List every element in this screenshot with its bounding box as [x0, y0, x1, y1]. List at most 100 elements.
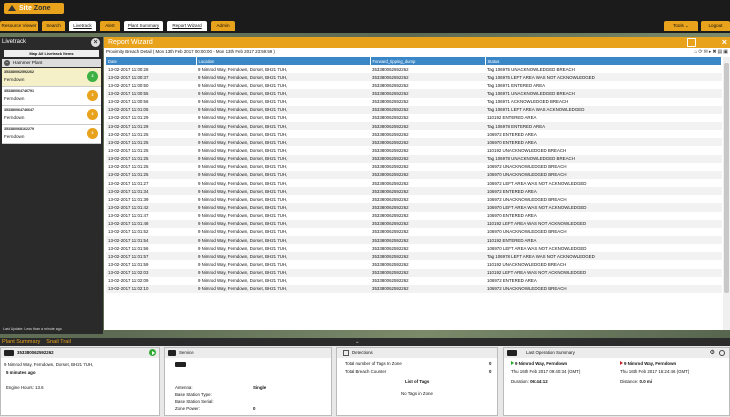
tag-status-badge: 3	[87, 71, 98, 82]
table-cell: 106970 UNACKNOWLEDGED BREACH	[487, 229, 567, 235]
settings-icon[interactable]: ⚙	[710, 348, 715, 358]
plant-group-label: Hammer Plant	[13, 60, 43, 65]
table-row[interactable]: 13-02-2017 11:01:48 9 Nimrod Way, Ferndow…	[106, 219, 722, 228]
maximize-icon[interactable]	[687, 38, 696, 47]
antenna-value: Single	[253, 385, 267, 390]
chevron-down-icon[interactable]: ⌄	[355, 338, 360, 346]
table-row[interactable]: 13-02-2017 11:02:10 9 Nimrod Way, Ferndow…	[106, 284, 722, 293]
table-cell: 110192 UNACKNOWLEDGED BREACH	[487, 147, 567, 153]
tag-card[interactable]: 353380064746791 Ferndown 3	[2, 87, 101, 106]
collapse-icon[interactable]: −	[4, 60, 10, 66]
table-row[interactable]: 13-02-2017 11:01:25 9 Nimrod Way, Ferndow…	[106, 163, 722, 171]
print-icon[interactable]: ▣	[723, 49, 729, 55]
map-all-button[interactable]: Map All Livetrack Items	[4, 50, 99, 57]
table-cell: 13-02-2017 11:00:55	[106, 89, 196, 98]
table-cell: 9 Nimrod Way, Ferndown, Dorset, BH21 7UH…	[196, 138, 370, 147]
start-flag-icon	[511, 361, 514, 365]
nav-livetrack[interactable]: Livetrack	[69, 21, 96, 31]
tag-card[interactable]: 353380064746647 Ferndown 3	[2, 106, 101, 125]
table-row[interactable]: 13-02-2017 11:02:09 9 Nimrod Way, Ferndow…	[106, 277, 722, 285]
logo-text-a: Site	[19, 5, 32, 12]
tab-plant-summary[interactable]: Plant Summary	[2, 339, 40, 345]
nav-report-wizard[interactable]: Report Wizard	[167, 21, 207, 31]
table-row[interactable]: 13-02-2017 11:01:25 9 Nimrod Way, Ferndow…	[106, 138, 722, 147]
scrollbar-thumb[interactable]	[724, 63, 729, 293]
detections-icon	[343, 349, 349, 356]
report-wizard-window: Report Wizard × Proximity Breach Detail …	[104, 37, 730, 330]
nav-alert[interactable]: Alert	[100, 21, 120, 31]
tag-card[interactable]: 353380068162279 Ferndown 3	[2, 125, 101, 144]
nav-resource-viewer[interactable]: Resource Viewer	[0, 21, 38, 31]
scrollbar[interactable]	[723, 57, 730, 330]
table-cell: 353380062592262	[372, 99, 409, 105]
table-row[interactable]: 13-02-2017 11:00:50 9 Nimrod Way, Ferndow…	[106, 81, 722, 89]
table-cell: 9 Nimrod Way, Ferndown, Dorset, BH21 7UH…	[198, 261, 288, 267]
table-cell: 9 Nimrod Way, Ferndown, Dorset, BH21 7UH…	[198, 180, 288, 186]
table-row[interactable]: 13-02-2017 11:00:56 9 Nimrod Way, Ferndow…	[106, 98, 722, 106]
refresh-icon[interactable]	[719, 350, 725, 356]
nav-search[interactable]: Search	[42, 21, 65, 31]
column-header[interactable]: Date	[106, 57, 197, 65]
table-row[interactable]: 13-02-2017 11:00:55 9 Nimrod Way, Ferndow…	[106, 89, 722, 98]
table-cell: 9 Nimrod Way, Ferndown, Dorset, BH21 7UH…	[196, 268, 370, 277]
table-cell: 9 Nimrod Way, Ferndown, Dorset, BH21 7UH…	[196, 235, 370, 245]
breach-counter-label: Total Breach Counter	[345, 369, 387, 374]
end-location-text: 9 Nimrod Way, Ferndown	[624, 361, 677, 366]
table-row[interactable]: 13-02-2017 11:00:28 9 Nimrod Way, Ferndow…	[106, 65, 722, 73]
table-row[interactable]: 13-02-2017 11:01:25 9 Nimrod Way, Ferndow…	[106, 130, 722, 138]
table-row[interactable]: 13-02-2017 11:01:56 9 Nimrod Way, Ferndow…	[106, 244, 722, 252]
last-op-title: Last Operation Summary	[526, 350, 575, 355]
table-cell: 353380062592262	[370, 105, 485, 114]
table-row[interactable]: 13-02-2017 11:01:42 9 Nimrod Way, Ferndow…	[106, 203, 722, 212]
tag-card[interactable]: 353380062592262 Ferndown 3	[2, 68, 101, 87]
table-row[interactable]: 13-02-2017 11:01:25 9 Nimrod Way, Ferndow…	[106, 146, 722, 154]
table-cell: 353380062592262	[372, 261, 409, 267]
table-row[interactable]: 13-02-2017 11:02:03 9 Nimrod Way, Ferndow…	[106, 268, 722, 277]
report-header: Report Wizard ×	[104, 37, 730, 48]
plant-group[interactable]: − Hammer Plant	[2, 59, 101, 67]
table-row[interactable]: 13-02-2017 11:00:37 9 Nimrod Way, Ferndow…	[106, 73, 722, 82]
table-row[interactable]: 13-02-2017 11:01:39 9 Nimrod Way, Ferndow…	[106, 195, 722, 203]
table-row[interactable]: 13-02-2017 11:01:29 9 Nimrod Way, Ferndow…	[106, 121, 722, 131]
table-cell: 9 Nimrod Way, Ferndown, Dorset, BH21 7UH…	[198, 115, 288, 121]
table-row[interactable]: 13-02-2017 11:01:54 9 Nimrod Way, Ferndow…	[106, 235, 722, 245]
tag-id: 353380064746791	[4, 89, 34, 93]
column-header[interactable]: Forward_tipping_dump	[370, 57, 486, 65]
table-row[interactable]: 13-02-2017 11:01:34 9 Nimrod Way, Ferndow…	[106, 187, 722, 196]
table-row[interactable]: 13-02-2017 11:01:25 9 Nimrod Way, Ferndow…	[106, 170, 722, 179]
duration-label: Duration:	[511, 379, 529, 384]
table-cell: 13-02-2017 11:01:29	[108, 115, 149, 121]
breach-counter-value: 0	[489, 369, 492, 374]
table-row[interactable]: 13-02-2017 11:01:25 9 Nimrod Way, Ferndow…	[106, 154, 722, 163]
table-row[interactable]: 13-02-2017 11:01:05 9 Nimrod Way, Ferndow…	[106, 105, 722, 114]
column-header[interactable]: Status	[485, 57, 722, 65]
start-location: 9 Nimrod Way, Ferndown	[511, 361, 567, 366]
table-row[interactable]: 13-02-2017 11:01:59 9 Nimrod Way, Ferndow…	[106, 260, 722, 268]
zone-power-value: 0	[253, 406, 256, 411]
table-cell: 353380062592262	[370, 89, 485, 98]
app-logo[interactable]: Site Zone	[4, 3, 64, 14]
tab-snail-trail[interactable]: Snail Trail	[46, 339, 71, 345]
duration-value: 06:44:12	[530, 379, 548, 384]
table-cell: Tag 106978 LEFT AREA WAS NOT ACKNOWLEDGE…	[485, 252, 722, 261]
tools-menu[interactable]: Tools ⌄	[664, 21, 698, 31]
logout-button[interactable]: Logout	[701, 21, 730, 31]
tag-location: Ferndown	[4, 115, 25, 120]
service-truck-icon	[175, 362, 189, 368]
nav-admin[interactable]: Admin	[211, 21, 235, 31]
table-cell: 353380062592262	[370, 219, 485, 228]
table-cell: 9 Nimrod Way, Ferndown, Dorset, BH21 7UH…	[196, 284, 370, 293]
livetrack-header: Livetrack ×	[0, 37, 103, 48]
close-icon[interactable]: ×	[91, 38, 100, 47]
play-icon[interactable]	[149, 349, 156, 356]
close-report-icon[interactable]: ×	[722, 37, 727, 48]
table-cell: 9 Nimrod Way, Ferndown, Dorset, BH21 7UH…	[198, 196, 288, 202]
table-row[interactable]: 13-02-2017 11:01:57 9 Nimrod Way, Ferndow…	[106, 252, 722, 261]
column-header[interactable]: Location	[196, 57, 371, 65]
table-row[interactable]: 13-02-2017 11:01:27 9 Nimrod Way, Ferndow…	[106, 179, 722, 187]
tag-id: 353380062592262	[4, 70, 34, 74]
table-row[interactable]: 13-02-2017 11:01:29 9 Nimrod Way, Ferndow…	[106, 114, 722, 122]
table-row[interactable]: 13-02-2017 11:01:47 9 Nimrod Way, Ferndow…	[106, 212, 722, 220]
nav-plant-summary[interactable]: Plant Summary	[124, 21, 163, 31]
table-row[interactable]: 13-02-2017 11:01:52 9 Nimrod Way, Ferndow…	[106, 228, 722, 236]
